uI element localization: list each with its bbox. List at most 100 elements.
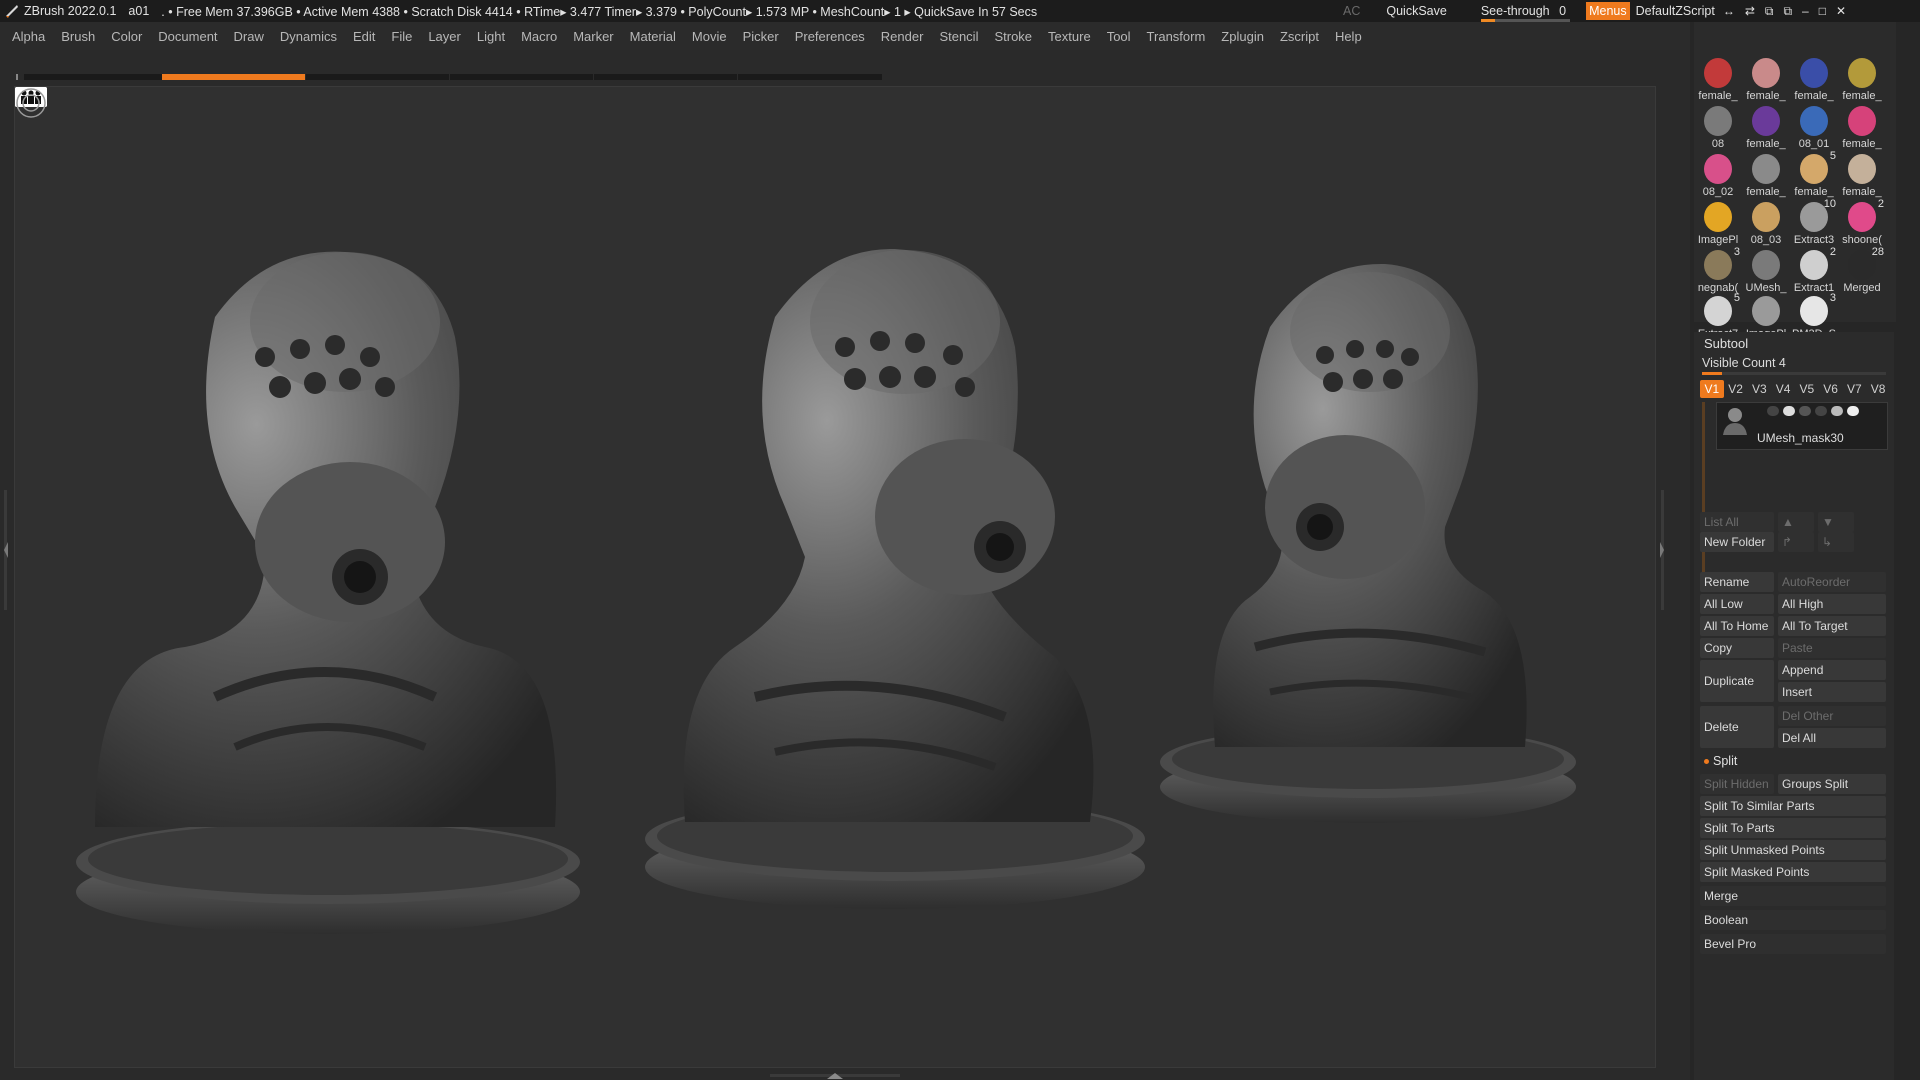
tool-thumbnail[interactable]: female_ [1838, 150, 1886, 198]
tool-thumbnail[interactable]: 08_02 [1694, 150, 1742, 198]
subtool-visibility-toggle-icon[interactable] [1783, 406, 1795, 416]
all-high-button[interactable]: All High [1778, 594, 1886, 614]
all-to-target-button[interactable]: All To Target [1778, 616, 1886, 636]
visible-count-slider[interactable] [1702, 372, 1886, 375]
dock-right-icon[interactable]: ⇄ [1745, 4, 1755, 18]
del-other-button[interactable]: Del Other [1778, 706, 1886, 726]
vset-v5[interactable]: V5 [1795, 380, 1819, 398]
menu-picker[interactable]: Picker [743, 29, 779, 44]
menu-color[interactable]: Color [111, 29, 142, 44]
menu-tool[interactable]: Tool [1107, 29, 1131, 44]
vset-v7[interactable]: V7 [1843, 380, 1867, 398]
menu-movie[interactable]: Movie [692, 29, 727, 44]
menu-document[interactable]: Document [158, 29, 217, 44]
copy-button[interactable]: Copy [1700, 638, 1774, 658]
maximize-icon[interactable]: □ [1819, 4, 1826, 18]
append-button[interactable]: Append [1778, 660, 1886, 680]
tool-thumbnail[interactable]: shoone(2 [1838, 198, 1886, 246]
menu-render[interactable]: Render [881, 29, 924, 44]
tool-thumbnail[interactable]: Merged 28 [1838, 246, 1886, 294]
tool-thumbnail[interactable]: 08_03 [1742, 198, 1790, 246]
menu-zscript[interactable]: Zscript [1280, 29, 1319, 44]
menu-dynamics[interactable]: Dynamics [280, 29, 337, 44]
subtool-title[interactable]: Subtool [1704, 336, 1748, 351]
paste-button[interactable]: Paste [1778, 638, 1886, 658]
move-out-button[interactable]: ↳ [1818, 532, 1854, 552]
tool-thumbnail[interactable]: UMesh_ [1742, 246, 1790, 294]
vset-v4[interactable]: V4 [1771, 380, 1795, 398]
menu-light[interactable]: Light [477, 29, 505, 44]
menu-material[interactable]: Material [630, 29, 676, 44]
dock-left-icon[interactable]: ↔ [1723, 4, 1735, 18]
doc-tab-1[interactable] [24, 74, 174, 80]
tool-thumbnail[interactable]: female_ [1838, 102, 1886, 150]
default-zscript-button[interactable]: DefaultZScript [1636, 4, 1715, 18]
vset-v1[interactable]: V1 [1700, 380, 1724, 398]
doc-tab-5[interactable] [594, 74, 737, 80]
left-tray-handle[interactable] [2, 490, 10, 610]
subtool-item[interactable]: UMesh_mask30 [1716, 402, 1888, 450]
tool-thumbnail[interactable]: Extract1 2 [1790, 246, 1838, 294]
insert-button[interactable]: Insert [1778, 682, 1886, 702]
doc-tab-active[interactable] [162, 74, 305, 80]
rename-button[interactable]: Rename [1700, 572, 1774, 592]
del-all-button[interactable]: Del All [1778, 728, 1886, 748]
autoreorder-button[interactable]: AutoReorder [1778, 572, 1886, 592]
menu-marker[interactable]: Marker [573, 29, 613, 44]
delete-button[interactable]: Delete [1700, 706, 1774, 748]
move-up-button[interactable]: ▲ [1778, 512, 1814, 532]
menu-stencil[interactable]: Stencil [939, 29, 978, 44]
tool-thumbnail[interactable]: negnab(3 [1694, 246, 1742, 294]
tool-thumbnail[interactable]: female_ [1742, 150, 1790, 198]
tool-thumbnail[interactable]: 08 [1694, 102, 1742, 150]
list-all-button[interactable]: List All [1700, 512, 1774, 532]
duplicate-button[interactable]: Duplicate [1700, 660, 1774, 702]
menu-stroke[interactable]: Stroke [994, 29, 1032, 44]
tool-thumbnail[interactable]: female_ [1742, 54, 1790, 102]
ac-label[interactable]: AC [1343, 4, 1360, 18]
merge-section-header[interactable]: Merge [1700, 886, 1886, 906]
menu-help[interactable]: Help [1335, 29, 1362, 44]
split-hidden-button[interactable]: Split Hidden [1700, 774, 1774, 794]
tool-thumbnail[interactable]: 08_01 [1790, 102, 1838, 150]
split-section-header[interactable]: Split [1704, 754, 1737, 768]
split-unmasked-points-button[interactable]: Split Unmasked Points [1700, 840, 1886, 860]
navigation-gyro-icon[interactable] [15, 87, 47, 119]
doc-tab-6[interactable] [738, 74, 882, 80]
menu-transform[interactable]: Transform [1147, 29, 1206, 44]
menu-file[interactable]: File [391, 29, 412, 44]
subtool-lock-icon[interactable] [1815, 406, 1827, 416]
split-to-parts-button[interactable]: Split To Parts [1700, 818, 1886, 838]
tool-thumbnail[interactable]: female_ [1790, 54, 1838, 102]
vset-v6[interactable]: V6 [1819, 380, 1843, 398]
split-masked-points-button[interactable]: Split Masked Points [1700, 862, 1886, 882]
menu-edit[interactable]: Edit [353, 29, 375, 44]
tool-thumbnail[interactable]: ImagePl [1694, 198, 1742, 246]
move-down-button[interactable]: ▼ [1818, 512, 1854, 532]
doc-tab-4[interactable] [450, 74, 593, 80]
doc-tab-3[interactable] [306, 74, 449, 80]
menu-macro[interactable]: Macro [521, 29, 557, 44]
menu-draw[interactable]: Draw [234, 29, 264, 44]
menu-texture[interactable]: Texture [1048, 29, 1091, 44]
menu-brush[interactable]: Brush [61, 29, 95, 44]
subtool-list-scrollbar[interactable] [1702, 402, 1705, 582]
all-to-home-button[interactable]: All To Home [1700, 616, 1774, 636]
bevel-pro-section-header[interactable]: Bevel Pro [1700, 934, 1886, 954]
tool-thumbnail[interactable]: female_ [1742, 102, 1790, 150]
subtool-eye-icon[interactable] [1847, 406, 1859, 416]
minimize-icon[interactable]: – [1802, 4, 1809, 18]
all-low-button[interactable]: All Low [1700, 594, 1774, 614]
subtool-solo-icon[interactable] [1799, 406, 1811, 416]
tool-thumbnail[interactable]: Extract3 10 [1790, 198, 1838, 246]
right-tray-handle[interactable] [1658, 490, 1666, 610]
menu-preferences[interactable]: Preferences [795, 29, 865, 44]
layout-alt-icon[interactable]: ⧉ [1783, 4, 1792, 19]
close-icon[interactable]: ✕ [1836, 4, 1846, 18]
groups-split-button[interactable]: Groups Split [1778, 774, 1886, 794]
vset-v3[interactable]: V3 [1748, 380, 1772, 398]
bottom-tray-handle[interactable] [770, 1072, 900, 1080]
boolean-section-header[interactable]: Boolean [1700, 910, 1886, 930]
vset-v8[interactable]: V8 [1866, 380, 1890, 398]
subtool-brush-icon[interactable] [1831, 406, 1843, 416]
